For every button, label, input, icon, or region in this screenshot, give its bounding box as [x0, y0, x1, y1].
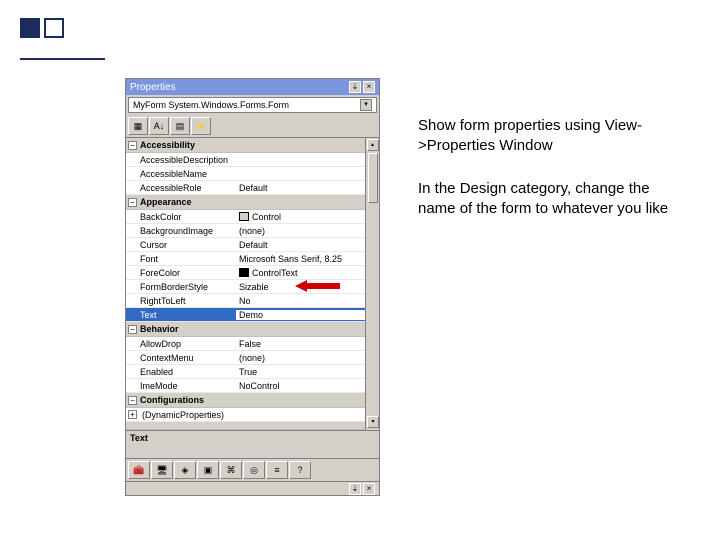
panel-title: Properties	[130, 82, 176, 93]
scroll-down-button[interactable]: ▾	[367, 416, 379, 428]
color-swatch-icon	[239, 212, 249, 221]
prop-accessibledescription[interactable]: AccessibleDescription	[126, 153, 365, 167]
collapse-icon[interactable]: −	[128, 325, 137, 334]
category-behavior[interactable]: − Behavior	[126, 322, 365, 337]
document-outline-button[interactable]: ≡	[266, 461, 288, 479]
toolbox-button[interactable]: 🧰	[128, 461, 150, 479]
events-tab-button[interactable]: ⚡	[191, 117, 211, 135]
macro-explorer-button[interactable]: ⌘	[220, 461, 242, 479]
panel-titlebar: Properties ⇣ ×	[126, 79, 379, 95]
slide-decoration	[20, 18, 68, 41]
prop-contextmenu[interactable]: ContextMenu (none)	[126, 351, 365, 365]
pin-button[interactable]: ⇣	[349, 483, 361, 495]
properties-panel: Properties ⇣ × MyForm System.Windows.For…	[125, 78, 380, 496]
close-button[interactable]: ×	[363, 81, 375, 93]
category-configurations[interactable]: − Configurations	[126, 393, 365, 408]
collapse-icon[interactable]: −	[128, 141, 137, 150]
prop-text[interactable]: Text Demo	[126, 308, 365, 322]
prop-cursor[interactable]: Cursor Default	[126, 238, 365, 252]
object-browser-button[interactable]: ◎	[243, 461, 265, 479]
description-title: Text	[130, 433, 375, 443]
expand-icon[interactable]: +	[128, 410, 137, 419]
description-pane: Text	[126, 430, 379, 458]
prop-dynamic[interactable]: + (DynamicProperties)	[126, 408, 365, 422]
alphabetical-button[interactable]: A↓	[149, 117, 169, 135]
prop-enabled[interactable]: Enabled True	[126, 365, 365, 379]
property-grid: − Accessibility AccessibleDescription Ac…	[126, 138, 365, 430]
prop-allowdrop[interactable]: AllowDrop False	[126, 337, 365, 351]
prop-imemode[interactable]: ImeMode NoControl	[126, 379, 365, 393]
collapse-icon[interactable]: −	[128, 198, 137, 207]
properties-tab-button[interactable]: ▤	[170, 117, 190, 135]
scroll-thumb[interactable]	[368, 153, 378, 203]
collapse-icon[interactable]: −	[128, 396, 137, 405]
class-view-button[interactable]: ◈	[174, 461, 196, 479]
prop-formborderstyle[interactable]: FormBorderStyle Sizable	[126, 280, 365, 294]
instruction-paragraph-2: In the Design category, change the name …	[418, 179, 678, 218]
categorized-button[interactable]: ▦	[128, 117, 148, 135]
scroll-up-button[interactable]: ▴	[367, 139, 379, 151]
instruction-text: Show form properties using View->Propert…	[418, 116, 678, 242]
secondary-pane-header: ⇣ ×	[126, 481, 379, 495]
properties-toolbar: ▦ A↓ ▤ ⚡	[126, 115, 379, 138]
instruction-paragraph-1: Show form properties using View->Propert…	[418, 116, 678, 155]
object-selector-text: MyForm System.Windows.Forms.Form	[133, 100, 289, 110]
category-appearance[interactable]: − Appearance	[126, 195, 365, 210]
prop-backcolor[interactable]: BackColor Control	[126, 210, 365, 224]
object-selector[interactable]: MyForm System.Windows.Forms.Form ▾	[128, 97, 377, 113]
resource-view-button[interactable]: ▣	[197, 461, 219, 479]
prop-accessiblename[interactable]: AccessibleName	[126, 167, 365, 181]
pin-button[interactable]: ⇣	[349, 81, 361, 93]
prop-accessiblerole[interactable]: AccessibleRole Default	[126, 181, 365, 195]
prop-righttoleft[interactable]: RightToLeft No	[126, 294, 365, 308]
close-button[interactable]: ×	[363, 483, 375, 495]
vertical-scrollbar[interactable]: ▴ ▾	[365, 138, 379, 430]
help-button[interactable]: ?	[289, 461, 311, 479]
category-accessibility[interactable]: − Accessibility	[126, 138, 365, 153]
prop-font[interactable]: Font Microsoft Sans Serif, 8.25	[126, 252, 365, 266]
category-truncated	[126, 422, 365, 430]
prop-forecolor[interactable]: ForeColor ControlText	[126, 266, 365, 280]
extra-toolbar: 🧰 🖥 ◈ ▣ ⌘ ◎ ≡ ?	[126, 458, 379, 481]
prop-backgroundimage[interactable]: BackgroundImage (none)	[126, 224, 365, 238]
chevron-down-icon[interactable]: ▾	[360, 99, 372, 111]
color-swatch-icon	[239, 268, 249, 277]
server-explorer-button[interactable]: 🖥	[151, 461, 173, 479]
